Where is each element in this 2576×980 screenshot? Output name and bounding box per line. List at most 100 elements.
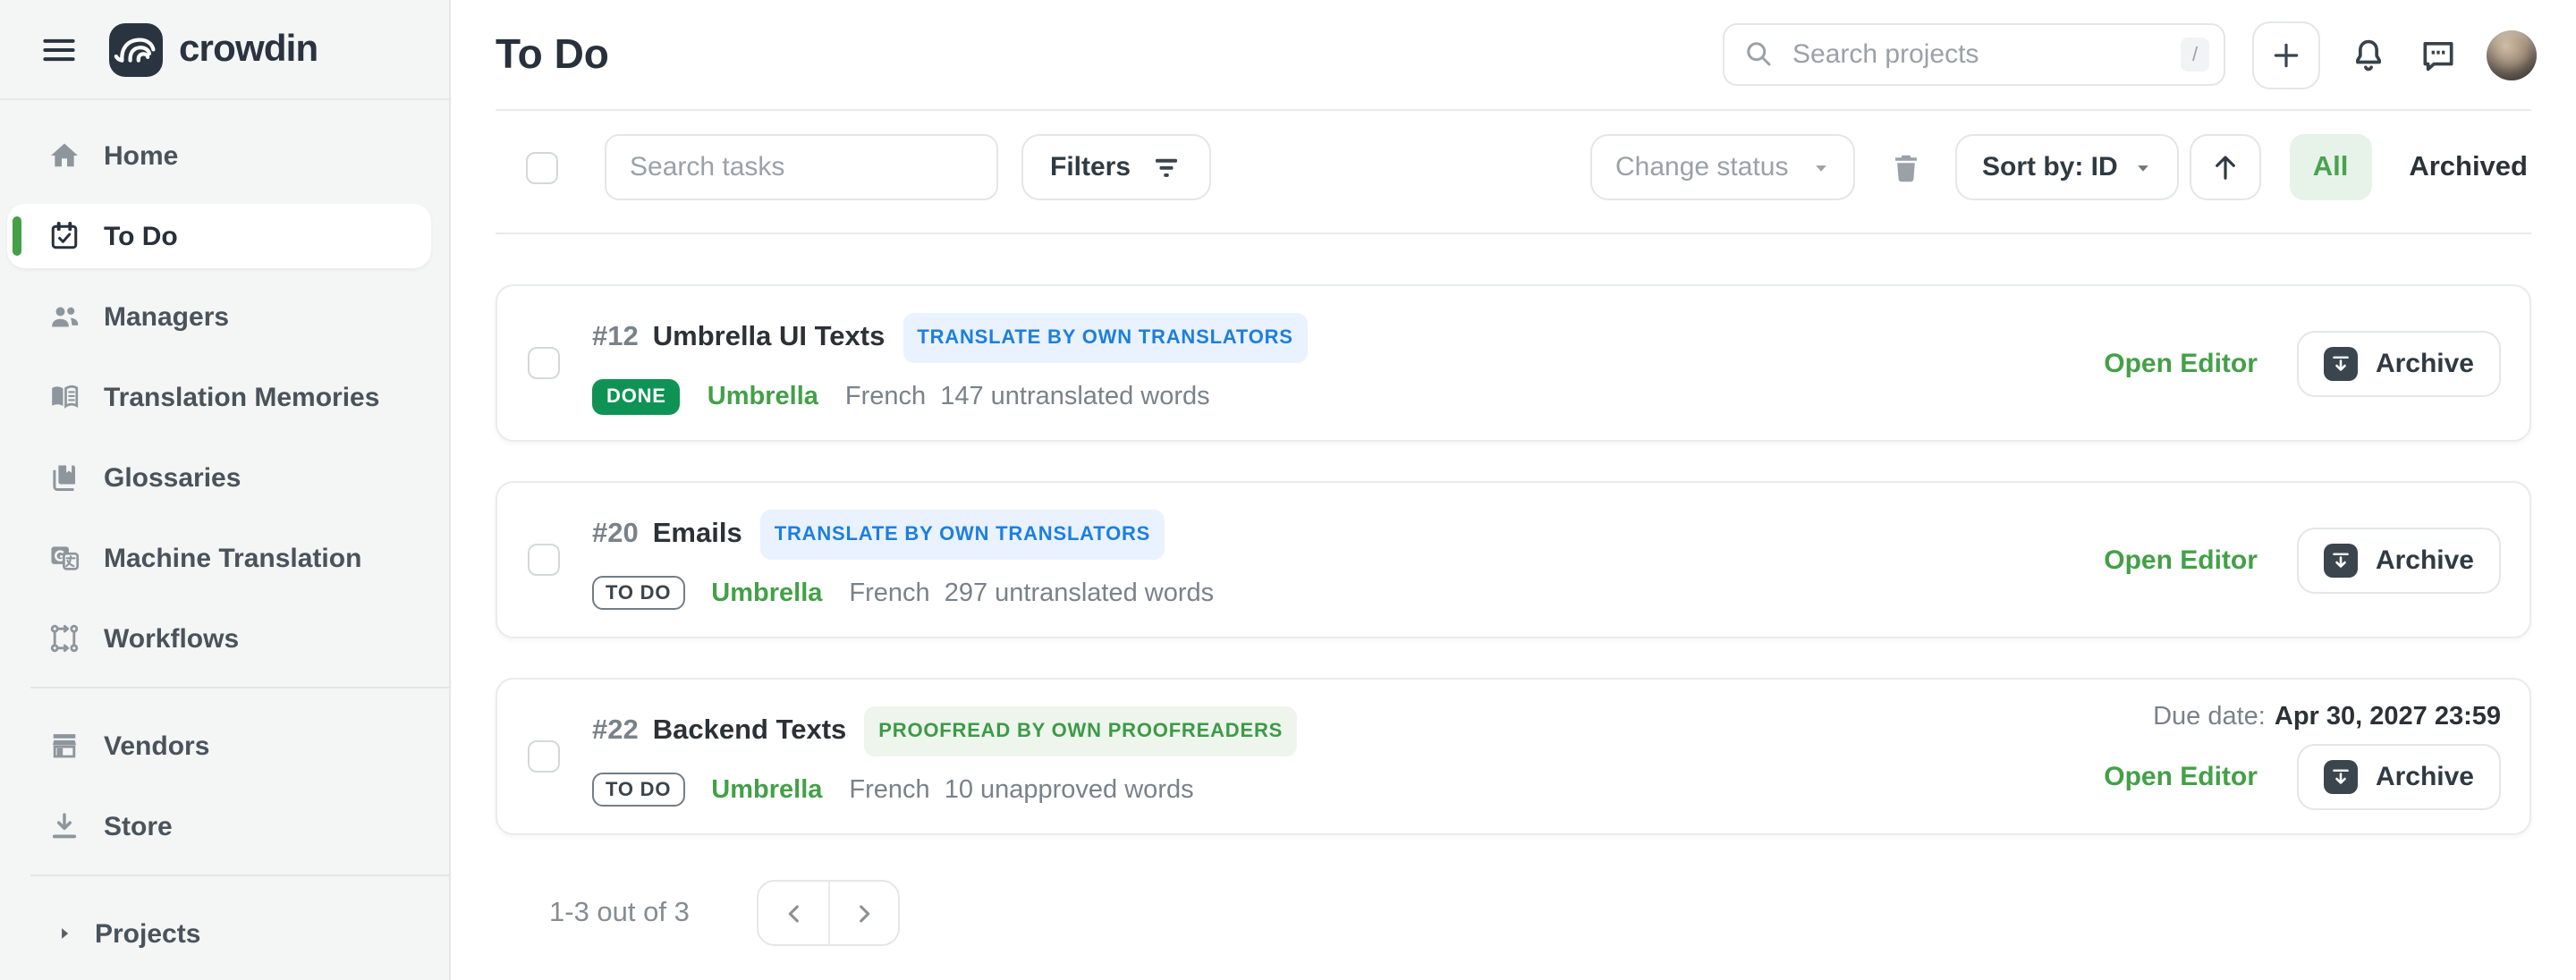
task-language: French: [849, 579, 929, 607]
sidebar-item-managers[interactable]: Managers: [7, 284, 431, 349]
sidebar-item-vendors[interactable]: Vendors: [7, 714, 431, 778]
prev-page-button[interactable]: [759, 882, 829, 944]
workflow-badge: PROOFREAD BY OWN PROOFREADERS: [864, 706, 1297, 756]
task-language: French: [845, 382, 926, 410]
task-language: French: [849, 775, 929, 804]
next-page-button[interactable]: [829, 882, 899, 944]
task-id: #20: [592, 517, 639, 553]
task-title[interactable]: Backend Texts: [653, 714, 847, 749]
search-icon: [1742, 38, 1775, 70]
sidebar-item-projects[interactable]: Projects: [7, 901, 431, 966]
task-checkbox[interactable]: [528, 740, 560, 773]
sidebar-item-translation-memories[interactable]: Translation Memories: [7, 365, 431, 429]
store-download-icon: [48, 810, 80, 842]
pagination-summary: 1-3 out of 3: [549, 897, 690, 929]
vendors-icon: [48, 730, 80, 762]
due-date: Due date: Apr 30, 2027 23:59: [2153, 703, 2501, 731]
header-actions: /: [1723, 21, 2537, 89]
workflows-icon: [48, 622, 80, 655]
workflow-badge: TRANSLATE BY OWN TRANSLATORS: [902, 312, 1307, 362]
task-card: #20 Emails TRANSLATE BY OWN TRANSLATORS …: [496, 481, 2531, 638]
sidebar-item-todo[interactable]: To Do: [7, 204, 431, 268]
search-projects-input[interactable]: [1723, 23, 2225, 86]
task-words: 297 untranslated words: [945, 579, 1215, 607]
sidebar-item-workflows[interactable]: Workflows: [7, 606, 431, 671]
managers-icon: [48, 300, 80, 333]
open-editor-link[interactable]: Open Editor: [2104, 348, 2258, 378]
due-date-label: Due date:: [2153, 703, 2266, 731]
task-words: 147 untranslated words: [940, 382, 1210, 410]
task-actions: Open Editor Archive: [2104, 330, 2501, 396]
tab-archived[interactable]: Archived: [2409, 151, 2528, 183]
task-card: #12 Umbrella UI Texts TRANSLATE BY OWN T…: [496, 284, 2531, 442]
sidebar-divider: [30, 874, 449, 876]
machine-translation-icon: [48, 542, 80, 574]
task-actions: Open Editor Archive: [2104, 527, 2501, 593]
crowdin-logo[interactable]: crowdin: [109, 22, 318, 76]
archive-button[interactable]: Archive: [2297, 744, 2501, 810]
open-editor-link[interactable]: Open Editor: [2104, 762, 2258, 792]
status-badge: TO DO: [592, 576, 684, 610]
user-avatar[interactable]: [2487, 30, 2537, 80]
sidebar-item-store[interactable]: Store: [7, 794, 431, 858]
filter-lines-icon: [1150, 151, 1182, 183]
sidebar-header: crowdin: [0, 0, 449, 100]
messages-chat-icon[interactable]: [2417, 33, 2460, 76]
open-editor-link[interactable]: Open Editor: [2104, 545, 2258, 575]
project-link[interactable]: Umbrella: [711, 579, 822, 607]
status-badge: DONE: [592, 378, 681, 414]
task-card: #22 Backend Texts PROOFREAD BY OWN PROOF…: [496, 678, 2531, 835]
task-actions: Due date:Apr 30, 2027 23:59 Open Editor …: [2104, 703, 2501, 810]
project-search: /: [1723, 23, 2225, 86]
caret-down-icon: [1812, 158, 1830, 176]
task-id: #12: [592, 319, 639, 355]
task-info: #20 Emails TRANSLATE BY OWN TRANSLATORS …: [592, 510, 2104, 610]
page-header: To Do /: [451, 0, 2576, 109]
pager-controls: [758, 880, 901, 946]
hamburger-menu-icon[interactable]: [39, 30, 79, 69]
sort-direction-button[interactable]: [2190, 134, 2261, 200]
workflow-badge: TRANSLATE BY OWN TRANSLATORS: [760, 510, 1165, 560]
change-status-dropdown[interactable]: Change status: [1590, 134, 1855, 200]
sort-dropdown[interactable]: Sort by: ID: [1955, 134, 2179, 200]
project-link[interactable]: Umbrella: [711, 775, 822, 804]
notifications-bell-icon[interactable]: [2347, 33, 2390, 76]
task-words: 10 unapproved words: [945, 775, 1194, 804]
archive-box-icon: [2324, 543, 2358, 577]
project-link[interactable]: Umbrella: [708, 382, 818, 410]
shortcut-badge: /: [2181, 38, 2209, 72]
page-title: To Do: [496, 30, 1723, 79]
sidebar-item-home[interactable]: Home: [7, 123, 431, 188]
select-all-checkbox[interactable]: [526, 151, 558, 183]
toolbar-left: Filters: [496, 134, 1211, 200]
sidebar-item-glossaries[interactable]: Glossaries: [7, 445, 431, 510]
caret-right-icon: [55, 925, 73, 942]
tasks-toolbar: Filters Change status: [496, 134, 2531, 200]
archive-button[interactable]: Archive: [2297, 330, 2501, 396]
sidebar-item-machine-translation[interactable]: Machine Translation: [7, 526, 431, 590]
caret-down-icon: [2134, 158, 2152, 176]
pagination: 1-3 out of 3: [549, 880, 2576, 946]
create-button[interactable]: [2252, 21, 2320, 89]
search-tasks-input[interactable]: [605, 134, 998, 200]
app-stage: crowdin Home To Do: [0, 0, 2576, 980]
task-info: #22 Backend Texts PROOFREAD BY OWN PROOF…: [592, 706, 2104, 807]
home-icon: [48, 139, 80, 172]
task-title[interactable]: Emails: [653, 517, 742, 553]
task-info: #12 Umbrella UI Texts TRANSLATE BY OWN T…: [592, 312, 2104, 414]
filters-button[interactable]: Filters: [1021, 134, 1211, 200]
active-indicator: [13, 216, 21, 256]
status-badge: TO DO: [592, 773, 684, 807]
delete-trash-icon[interactable]: [1889, 146, 1925, 189]
tab-all[interactable]: All: [2290, 134, 2372, 200]
sidebar-divider: [30, 687, 449, 689]
task-title[interactable]: Umbrella UI Texts: [653, 319, 886, 355]
main-content: To Do /: [451, 0, 2576, 980]
task-checkbox[interactable]: [528, 347, 560, 379]
due-date-value: Apr 30, 2027 23:59: [2275, 703, 2501, 731]
toolbar-divider: [496, 232, 2531, 234]
archive-button[interactable]: Archive: [2297, 527, 2501, 593]
sidebar-nav: Home To Do: [0, 100, 449, 966]
task-checkbox[interactable]: [528, 544, 560, 576]
task-list: #12 Umbrella UI Texts TRANSLATE BY OWN T…: [451, 284, 2576, 835]
